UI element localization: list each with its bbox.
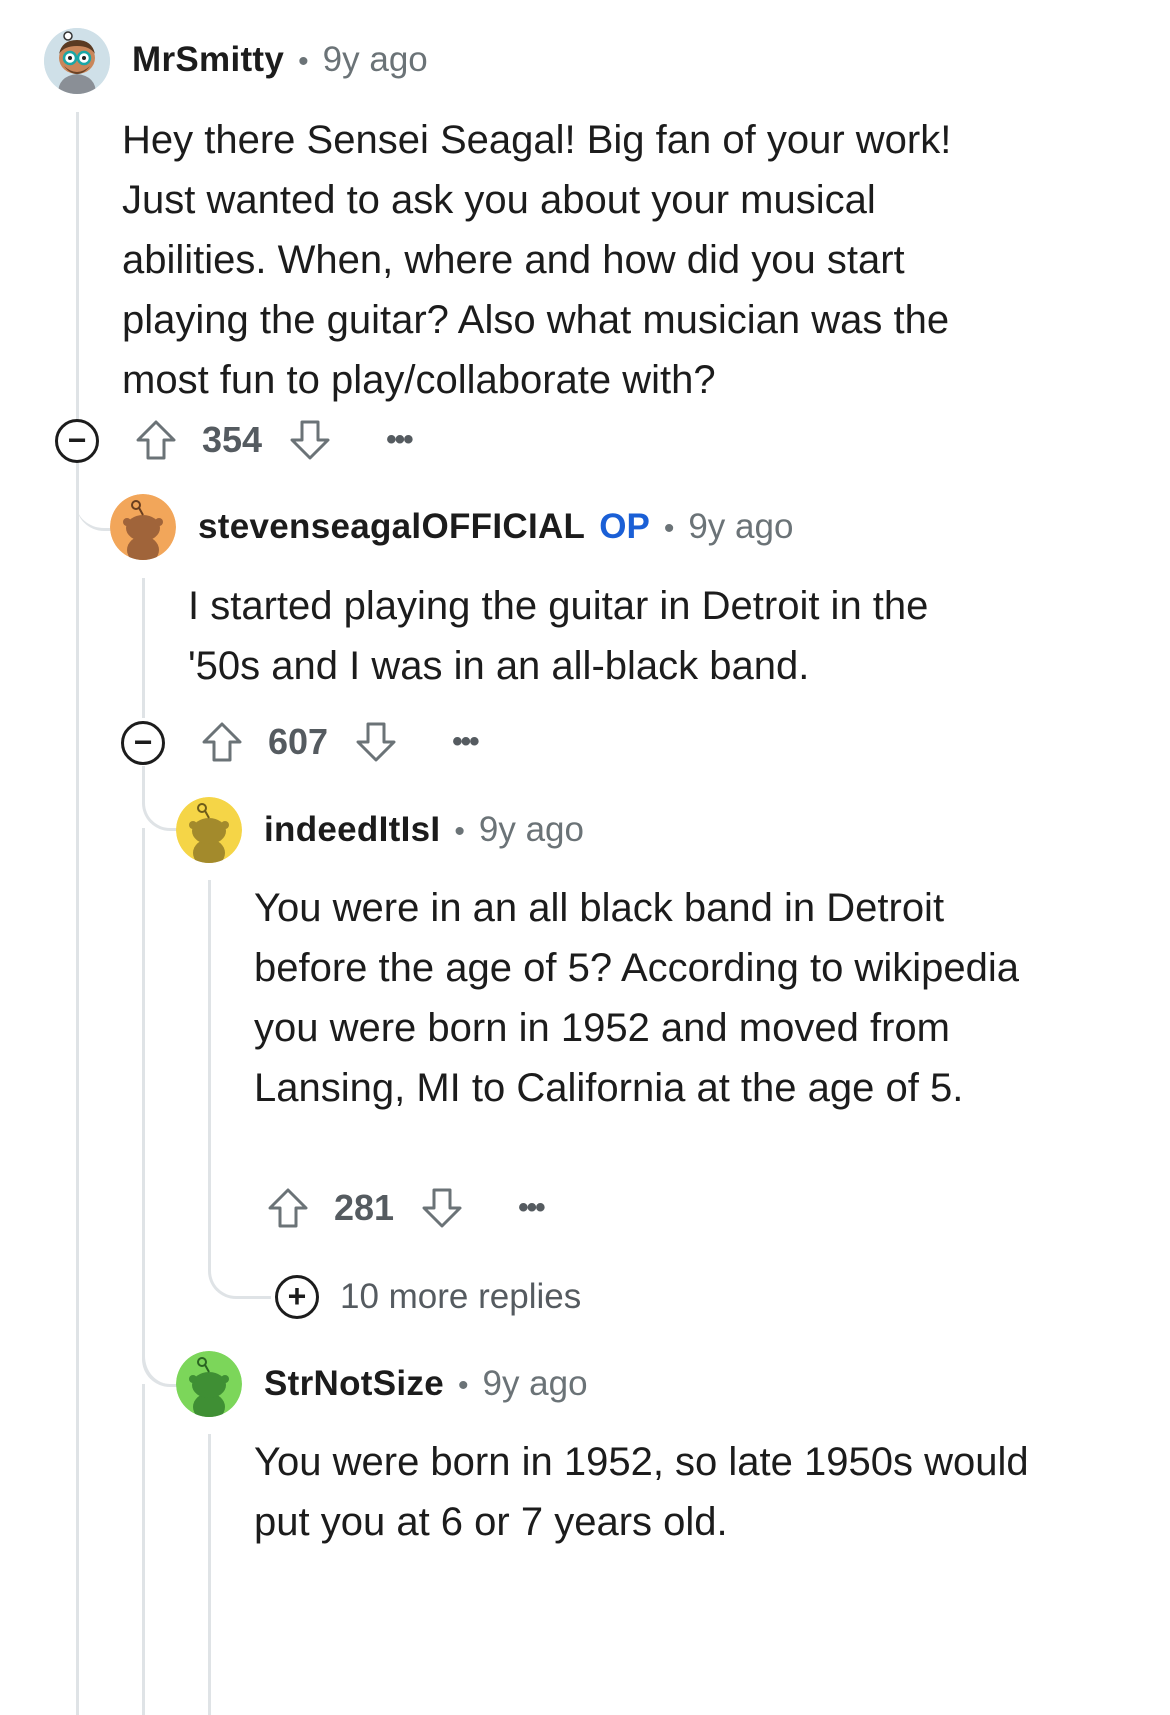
- comment-meta: MrSmitty • 9y ago: [132, 40, 428, 80]
- upvote-icon[interactable]: [198, 718, 246, 766]
- comment-body: You were born in 1952, so late 1950s wou…: [254, 1440, 1029, 1544]
- comment-body: Hey there Sensei Seagal! Big fan of your…: [122, 118, 952, 402]
- expand-replies-button[interactable]: +: [275, 1275, 319, 1319]
- thread-line-level-2[interactable]: [142, 578, 145, 718]
- snoo-avatar-green-icon: [176, 1351, 242, 1417]
- separator-dot: •: [454, 815, 465, 848]
- vote-score: 281: [334, 1187, 395, 1228]
- avatar[interactable]: [44, 28, 110, 94]
- snoo-avatar-glasses-icon: [44, 28, 110, 94]
- separator-dot: •: [457, 1369, 469, 1402]
- op-badge: OP: [599, 507, 650, 546]
- thread-line-level-3-lower[interactable]: [208, 1434, 211, 1715]
- upvote-icon[interactable]: [132, 416, 180, 464]
- downvote-icon[interactable]: [286, 416, 334, 464]
- thread-line-level-1[interactable]: [76, 112, 79, 1715]
- username[interactable]: indeedItIsI: [264, 810, 440, 850]
- timestamp: 9y ago: [478, 810, 584, 849]
- more-options-icon[interactable]: •••: [518, 1191, 545, 1225]
- avatar[interactable]: [110, 494, 176, 560]
- collapse-button[interactable]: −: [121, 721, 165, 765]
- thread-line-level-2-lower[interactable]: [142, 1384, 145, 1715]
- comment-meta: stevenseagalOFFICIAL OP • 9y ago: [198, 507, 793, 547]
- comment-actions: 354 •••: [132, 415, 414, 465]
- upvote-icon[interactable]: [264, 1184, 312, 1232]
- minus-icon: −: [67, 421, 87, 458]
- snoo-avatar-yellow-icon: [176, 797, 242, 863]
- snoo-avatar-orange-icon: [110, 494, 176, 560]
- thread-line-level-3[interactable]: [208, 880, 211, 1270]
- vote-score: 354: [202, 419, 263, 460]
- username[interactable]: StrNotSize: [264, 1364, 444, 1404]
- timestamp: 9y ago: [688, 507, 794, 546]
- separator-dot: •: [298, 45, 309, 78]
- downvote-icon[interactable]: [418, 1184, 466, 1232]
- comment-body: I started playing the guitar in Detroit …: [188, 584, 929, 688]
- comment-body: You were in an all black band in Detroit…: [254, 886, 1019, 1110]
- timestamp: 9y ago: [322, 40, 428, 79]
- separator-dot: •: [663, 512, 675, 545]
- timestamp: 9y ago: [482, 1364, 588, 1403]
- avatar[interactable]: [176, 797, 242, 863]
- comment-meta: StrNotSize • 9y ago: [264, 1364, 588, 1404]
- thread-connector: [208, 1240, 271, 1299]
- vote-score: 607: [268, 721, 329, 762]
- avatar[interactable]: [176, 1351, 242, 1417]
- more-replies-link[interactable]: 10 more replies: [340, 1277, 581, 1317]
- username[interactable]: MrSmitty: [132, 40, 284, 80]
- more-options-icon[interactable]: •••: [386, 423, 413, 457]
- comment-meta: indeedItIsI • 9y ago: [264, 810, 584, 850]
- collapse-button[interactable]: −: [55, 419, 99, 463]
- username[interactable]: stevenseagalOFFICIAL: [198, 507, 585, 547]
- downvote-icon[interactable]: [352, 718, 400, 766]
- comment-actions: 607 •••: [198, 717, 480, 767]
- minus-icon: −: [133, 723, 153, 760]
- plus-icon: +: [287, 1277, 307, 1314]
- more-options-icon[interactable]: •••: [452, 725, 479, 759]
- comment-actions: 281 •••: [264, 1183, 546, 1233]
